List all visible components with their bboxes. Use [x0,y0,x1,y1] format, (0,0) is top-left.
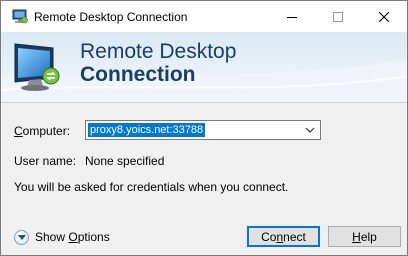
banner-title: Remote Desktop Connection [80,40,237,87]
close-icon[interactable] [361,1,407,32]
username-value: None specified [85,154,165,168]
connect-button[interactable]: Co n nect [247,226,320,247]
credentials-note: You will be asked for credentials when y… [14,180,289,194]
banner-title-line2: Connection [80,63,196,87]
minimize-icon[interactable] [269,1,315,32]
chevron-down-icon[interactable] [304,125,316,135]
divider [1,102,407,103]
header-banner: Remote Desktop Connection [1,32,407,102]
title-bar[interactable]: Remote Desktop Connection [1,1,407,32]
computer-input[interactable]: proxy8.yoics.net:33788 [88,123,206,137]
show-options-label: Show Options [35,230,110,244]
expand-chevron-icon[interactable] [14,229,29,245]
computer-combobox[interactable]: proxy8.yoics.net:33788 [85,120,321,140]
remote-desktop-icon [12,9,28,24]
help-button[interactable]: Help [328,226,401,247]
show-options-toggle[interactable]: Show Options [14,228,110,246]
maximize-icon[interactable] [315,1,361,32]
rdc-window: Remote Desktop Connection Remote Desktop… [0,0,408,256]
username-label: User name: [14,154,77,168]
window-title: Remote Desktop Connection [34,10,188,24]
monitor-icon [13,40,69,95]
banner-title-line1: Remote Desktop [80,40,237,63]
computer-label: Computer: [14,124,71,138]
